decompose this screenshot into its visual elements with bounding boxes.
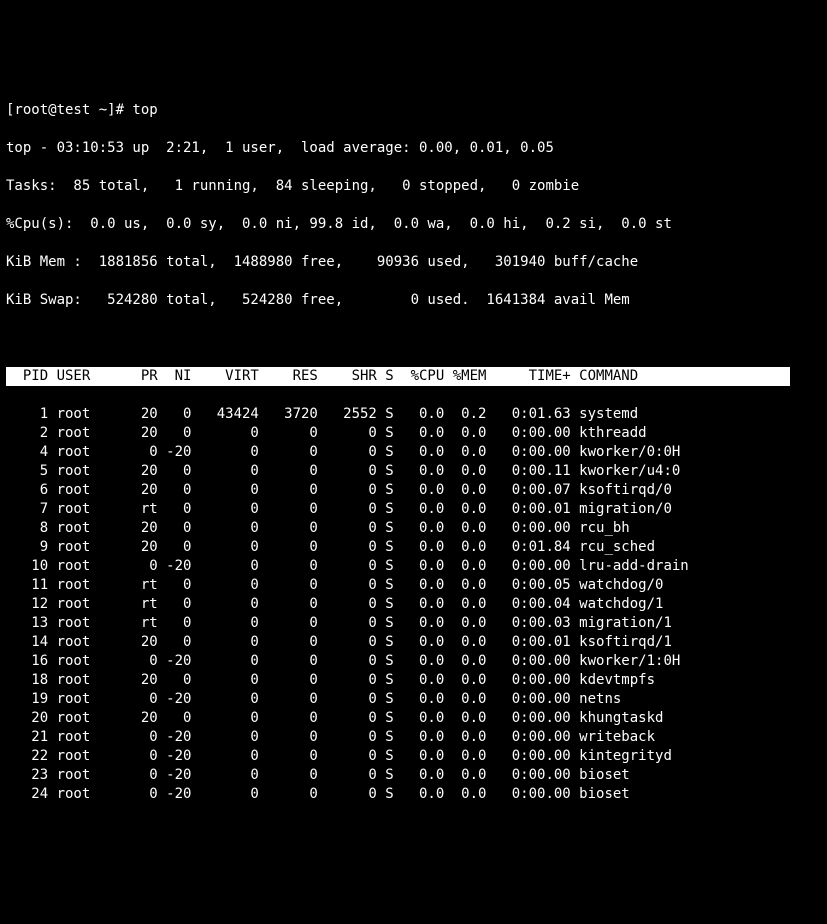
top-summary-swap: KiB Swap: 524280 total, 524280 free, 0 u… [6, 291, 821, 310]
process-row[interactable]: 16 root 0 -20 0 0 0 S 0.0 0.0 0:00.00 kw… [6, 652, 821, 671]
top-summary-tasks: Tasks: 85 total, 1 running, 84 sleeping,… [6, 177, 821, 196]
process-row[interactable]: 5 root 20 0 0 0 0 S 0.0 0.0 0:00.11 kwor… [6, 462, 821, 481]
process-row[interactable]: 11 root rt 0 0 0 0 S 0.0 0.0 0:00.05 wat… [6, 576, 821, 595]
process-row[interactable]: 9 root 20 0 0 0 0 S 0.0 0.0 0:01.84 rcu_… [6, 538, 821, 557]
process-row[interactable]: 10 root 0 -20 0 0 0 S 0.0 0.0 0:00.00 lr… [6, 557, 821, 576]
process-row[interactable]: 7 root rt 0 0 0 0 S 0.0 0.0 0:00.01 migr… [6, 500, 821, 519]
top-summary-cpu: %Cpu(s): 0.0 us, 0.0 sy, 0.0 ni, 99.8 id… [6, 215, 821, 234]
top-summary-time: top - 03:10:53 up 2:21, 1 user, load ave… [6, 139, 821, 158]
process-row[interactable]: 8 root 20 0 0 0 0 S 0.0 0.0 0:00.00 rcu_… [6, 519, 821, 538]
process-row[interactable]: 14 root 20 0 0 0 0 S 0.0 0.0 0:00.01 kso… [6, 633, 821, 652]
column-header-row[interactable]: PID USER PR NI VIRT RES SHR S %CPU %MEM … [6, 367, 821, 386]
process-row[interactable]: 21 root 0 -20 0 0 0 S 0.0 0.0 0:00.00 wr… [6, 728, 821, 747]
process-row[interactable]: 2 root 20 0 0 0 0 S 0.0 0.0 0:00.00 kthr… [6, 424, 821, 443]
process-row[interactable]: 12 root rt 0 0 0 0 S 0.0 0.0 0:00.04 wat… [6, 595, 821, 614]
process-row[interactable]: 6 root 20 0 0 0 0 S 0.0 0.0 0:00.07 ksof… [6, 481, 821, 500]
process-row[interactable]: 24 root 0 -20 0 0 0 S 0.0 0.0 0:00.00 bi… [6, 785, 821, 804]
process-table: 1 root 20 0 43424 3720 2552 S 0.0 0.2 0:… [6, 405, 821, 804]
process-row[interactable]: 18 root 20 0 0 0 0 S 0.0 0.0 0:00.00 kde… [6, 671, 821, 690]
shell-prompt: [root@test ~]# top [6, 101, 821, 120]
process-row[interactable]: 1 root 20 0 43424 3720 2552 S 0.0 0.2 0:… [6, 405, 821, 424]
process-row[interactable]: 20 root 20 0 0 0 0 S 0.0 0.0 0:00.00 khu… [6, 709, 821, 728]
process-row[interactable]: 19 root 0 -20 0 0 0 S 0.0 0.0 0:00.00 ne… [6, 690, 821, 709]
process-row[interactable]: 23 root 0 -20 0 0 0 S 0.0 0.0 0:00.00 bi… [6, 766, 821, 785]
process-row[interactable]: 13 root rt 0 0 0 0 S 0.0 0.0 0:00.03 mig… [6, 614, 821, 633]
terminal-output: [root@test ~]# top top - 03:10:53 up 2:2… [6, 82, 821, 823]
process-row[interactable]: 4 root 0 -20 0 0 0 S 0.0 0.0 0:00.00 kwo… [6, 443, 821, 462]
column-header[interactable]: PID USER PR NI VIRT RES SHR S %CPU %MEM … [6, 367, 790, 386]
process-row[interactable]: 22 root 0 -20 0 0 0 S 0.0 0.0 0:00.00 ki… [6, 747, 821, 766]
top-summary-mem: KiB Mem : 1881856 total, 1488980 free, 9… [6, 253, 821, 272]
